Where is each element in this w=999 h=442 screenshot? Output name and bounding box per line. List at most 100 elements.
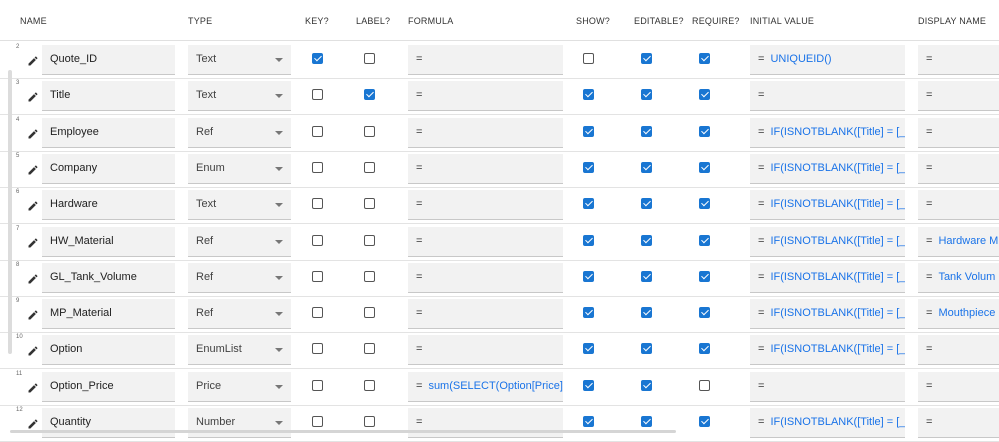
display-name-input[interactable]: = [918,117,999,148]
formula-input[interactable]: = [408,190,563,221]
formula-input[interactable]: = sum(SELECT(Option[Price], I [408,371,563,402]
edit-pencil-icon[interactable] [27,417,39,429]
column-type-select[interactable]: Text [188,81,291,112]
edit-pencil-icon[interactable] [27,163,39,175]
show-checkbox[interactable] [583,416,594,427]
vertical-scrollbar[interactable] [8,70,12,354]
editable-checkbox[interactable] [641,89,652,101]
editable-checkbox[interactable] [641,416,652,427]
edit-pencil-icon[interactable] [27,54,39,66]
column-name-input[interactable]: Company [42,153,175,184]
column-name-input[interactable]: Option_Price [42,371,175,402]
column-name-input[interactable]: HW_Material [42,226,175,257]
column-name-input[interactable]: Option [42,335,175,366]
formula-input[interactable]: = [408,117,563,148]
label-checkbox[interactable] [364,307,375,319]
require-checkbox[interactable] [699,343,710,355]
key-checkbox[interactable] [312,53,323,64]
key-checkbox[interactable] [312,161,323,173]
require-checkbox[interactable] [699,161,710,173]
editable-checkbox[interactable] [641,125,652,137]
formula-input[interactable]: = [408,226,563,257]
column-name-input[interactable]: Quote_ID [42,45,175,75]
formula-input[interactable]: = [408,262,563,293]
label-checkbox[interactable] [364,343,375,355]
column-type-select[interactable]: EnumList [188,335,291,366]
edit-pencil-icon[interactable] [27,90,39,102]
require-checkbox[interactable] [699,379,710,391]
editable-checkbox[interactable] [641,234,652,246]
initial-value-input[interactable]: = IF(ISNOTBLANK([Title] = [_TI [750,335,905,366]
key-checkbox[interactable] [312,234,323,246]
show-checkbox[interactable] [583,198,594,210]
show-checkbox[interactable] [583,234,594,246]
key-checkbox[interactable] [312,307,323,319]
label-checkbox[interactable] [364,416,375,427]
initial-value-input[interactable]: = IF(ISNOTBLANK([Title] = [_TI [750,262,905,293]
formula-input[interactable]: = [408,299,563,330]
show-checkbox[interactable] [583,161,594,173]
display-name-input[interactable]: = [918,335,999,366]
key-checkbox[interactable] [312,343,323,355]
display-name-input[interactable]: = [918,153,999,184]
require-checkbox[interactable] [699,416,710,427]
column-type-select[interactable]: Ref [188,299,291,330]
initial-value-input[interactable]: = [750,81,905,112]
require-checkbox[interactable] [699,307,710,319]
column-name-input[interactable]: Hardware [42,190,175,221]
display-name-input[interactable]: = [918,81,999,112]
label-checkbox[interactable] [364,53,375,64]
display-name-input[interactable]: = Hardware M [918,226,999,257]
editable-checkbox[interactable] [641,198,652,210]
edit-pencil-icon[interactable] [27,308,39,320]
edit-pencil-icon[interactable] [27,272,39,284]
key-checkbox[interactable] [312,89,323,101]
require-checkbox[interactable] [699,198,710,210]
require-checkbox[interactable] [699,89,710,101]
editable-checkbox[interactable] [641,161,652,173]
show-checkbox[interactable] [583,270,594,282]
column-type-select[interactable]: Ref [188,262,291,293]
initial-value-input[interactable]: = IF(ISNOTBLANK([Title] = [_TI [750,117,905,148]
edit-pencil-icon[interactable] [27,199,39,211]
require-checkbox[interactable] [699,234,710,246]
key-checkbox[interactable] [312,270,323,282]
edit-pencil-icon[interactable] [27,236,39,248]
formula-input[interactable]: = [408,335,563,366]
display-name-input[interactable]: = [918,45,999,75]
formula-input[interactable]: = [408,81,563,112]
editable-checkbox[interactable] [641,270,652,282]
key-checkbox[interactable] [312,416,323,427]
show-checkbox[interactable] [583,89,594,101]
column-type-select[interactable]: Ref [188,226,291,257]
editable-checkbox[interactable] [641,343,652,355]
column-type-select[interactable]: Ref [188,117,291,148]
label-checkbox[interactable] [364,161,375,173]
show-checkbox[interactable] [583,307,594,319]
horizontal-scrollbar[interactable] [10,430,676,433]
initial-value-input[interactable]: = UNIQUEID() [750,45,905,75]
editable-checkbox[interactable] [641,53,652,64]
initial-value-input[interactable]: = IF(ISNOTBLANK([Title] = [_TI [750,153,905,184]
column-type-select[interactable]: Text [188,190,291,221]
display-name-input[interactable]: = [918,371,999,402]
column-name-input[interactable]: GL_Tank_Volume [42,262,175,293]
show-checkbox[interactable] [583,379,594,391]
display-name-input[interactable]: = [918,190,999,221]
formula-input[interactable]: = [408,153,563,184]
formula-input[interactable]: = [408,45,563,75]
label-checkbox[interactable] [364,89,375,101]
edit-pencil-icon[interactable] [27,344,39,356]
display-name-input[interactable]: = Mouthpiece [918,299,999,330]
label-checkbox[interactable] [364,379,375,391]
editable-checkbox[interactable] [641,307,652,319]
editable-checkbox[interactable] [641,379,652,391]
show-checkbox[interactable] [583,53,594,64]
key-checkbox[interactable] [312,198,323,210]
show-checkbox[interactable] [583,125,594,137]
label-checkbox[interactable] [364,198,375,210]
edit-pencil-icon[interactable] [27,381,39,393]
key-checkbox[interactable] [312,379,323,391]
column-type-select[interactable]: Enum [188,153,291,184]
label-checkbox[interactable] [364,270,375,282]
